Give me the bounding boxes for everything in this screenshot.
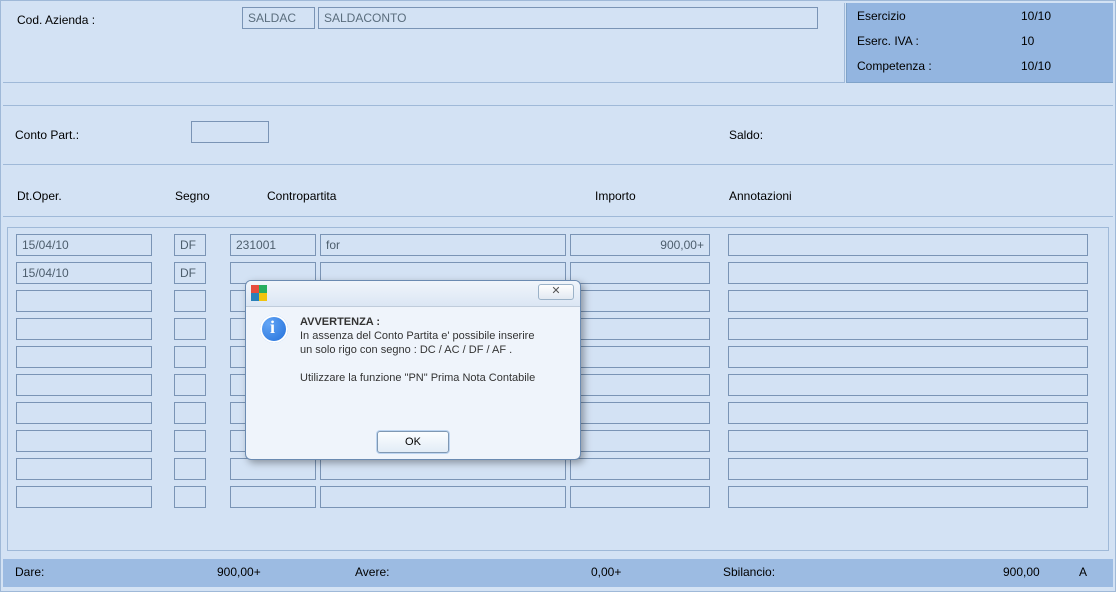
dialog-line3: Utilizzare la funzione "PN" Prima Nota C… (300, 372, 535, 384)
code-field[interactable]: SALDAC (242, 7, 315, 29)
esercizio-label: Esercizio (857, 9, 906, 23)
col-annotazioni: Annotazioni (729, 189, 792, 203)
cell-segno[interactable] (174, 290, 206, 312)
cell-date[interactable] (16, 290, 152, 312)
cell-segno[interactable] (174, 458, 206, 480)
col-importo: Importo (595, 189, 636, 203)
warning-dialog: ✕ AVVERTENZA : In assenza del Conto Part… (245, 280, 581, 460)
cell-date[interactable] (16, 346, 152, 368)
esercizio-value: 10/10 (1021, 9, 1051, 23)
cell-importo[interactable] (570, 262, 710, 284)
cell-importo[interactable] (570, 374, 710, 396)
eserc-iva-value: 10 (1021, 34, 1034, 48)
saldo-label: Saldo: (729, 128, 763, 142)
cell-date[interactable]: 15/04/10 (16, 262, 152, 284)
app-icon (251, 285, 267, 301)
conto-part-row: Conto Part.: Saldo: (3, 105, 1113, 165)
table-row (8, 458, 1108, 484)
cell-cp_code[interactable] (230, 458, 316, 480)
dare-value: 900,00+ (217, 565, 261, 579)
cell-note[interactable] (728, 290, 1088, 312)
dialog-footer: OK (246, 431, 580, 453)
cell-cp_desc[interactable] (320, 486, 566, 508)
col-dtoper: Dt.Oper. (17, 189, 62, 203)
cell-segno[interactable] (174, 346, 206, 368)
name-field[interactable]: SALDACONTO (318, 7, 818, 29)
cell-cp_desc[interactable] (320, 458, 566, 480)
app-window: Cod. Azienda : SALDAC SALDACONTO Eserciz… (0, 0, 1116, 592)
conto-part-label: Conto Part.: (15, 128, 79, 142)
cell-cp_code[interactable] (230, 486, 316, 508)
ok-button[interactable]: OK (377, 431, 449, 453)
cell-segno[interactable] (174, 318, 206, 340)
cell-note[interactable] (728, 318, 1088, 340)
cell-segno[interactable] (174, 374, 206, 396)
cell-importo[interactable]: 900,00+ (570, 234, 710, 256)
sbilancio-sign: A (1079, 565, 1087, 579)
cell-importo[interactable] (570, 402, 710, 424)
cell-importo[interactable] (570, 486, 710, 508)
sbilancio-label: Sbilancio: (723, 565, 775, 579)
cell-segno[interactable]: DF (174, 262, 206, 284)
avere-value: 0,00+ (591, 565, 621, 579)
close-icon: ✕ (551, 285, 560, 297)
cell-date[interactable] (16, 486, 152, 508)
dialog-close-button[interactable]: ✕ (538, 284, 574, 300)
cell-note[interactable] (728, 346, 1088, 368)
cod-azienda-label: Cod. Azienda : (17, 13, 95, 27)
dialog-text: AVVERTENZA : In assenza del Conto Partit… (300, 315, 570, 385)
cell-note[interactable] (728, 374, 1088, 396)
table-row: 15/04/10 DF 231001for900,00+ (8, 234, 1108, 260)
header-left: Cod. Azienda : SALDAC SALDACONTO (3, 3, 845, 83)
dialog-line1: In assenza del Conto Partita e' possibil… (300, 330, 534, 342)
cell-date[interactable] (16, 374, 152, 396)
eserc-iva-label: Eserc. IVA : (857, 34, 919, 48)
cell-note[interactable] (728, 402, 1088, 424)
conto-part-field[interactable] (191, 121, 269, 143)
info-icon (260, 315, 288, 343)
avere-label: Avere: (355, 565, 389, 579)
cell-importo[interactable] (570, 458, 710, 480)
col-contropartita: Contropartita (267, 189, 336, 203)
dialog-line2: un solo rigo con segno : DC / AC / DF / … (300, 344, 512, 356)
cell-note[interactable] (728, 486, 1088, 508)
cell-cp_desc[interactable]: for (320, 234, 566, 256)
cell-importo[interactable] (570, 290, 710, 312)
dare-label: Dare: (15, 565, 44, 579)
cell-segno[interactable]: DF (174, 234, 206, 256)
cell-date[interactable] (16, 458, 152, 480)
cell-date[interactable]: 15/04/10 (16, 234, 152, 256)
cell-segno[interactable] (174, 430, 206, 452)
dialog-heading: AVVERTENZA : (300, 316, 380, 328)
cell-note[interactable] (728, 262, 1088, 284)
cell-date[interactable] (16, 318, 152, 340)
grid-header-row: Dt.Oper. Segno Contropartita Importo Ann… (3, 173, 1113, 217)
cell-note[interactable] (728, 458, 1088, 480)
dialog-titlebar[interactable]: ✕ (246, 281, 580, 307)
cell-importo[interactable] (570, 346, 710, 368)
cell-importo[interactable] (570, 318, 710, 340)
cell-date[interactable] (16, 430, 152, 452)
dialog-body: AVVERTENZA : In assenza del Conto Partit… (256, 315, 570, 419)
cell-segno[interactable] (174, 402, 206, 424)
footer-bar: Dare: 900,00+ Avere: 0,00+ Sbilancio: 90… (3, 559, 1113, 587)
header-bar: Cod. Azienda : SALDAC SALDACONTO Eserciz… (3, 3, 1113, 83)
cell-segno[interactable] (174, 486, 206, 508)
table-row (8, 486, 1108, 512)
cell-note[interactable] (728, 234, 1088, 256)
cell-date[interactable] (16, 402, 152, 424)
competenza-label: Competenza : (857, 59, 932, 73)
sbilancio-value: 900,00 (1003, 565, 1040, 579)
cell-cp_code[interactable]: 231001 (230, 234, 316, 256)
competenza-value: 10/10 (1021, 59, 1051, 73)
col-segno: Segno (175, 189, 210, 203)
cell-note[interactable] (728, 430, 1088, 452)
cell-importo[interactable] (570, 430, 710, 452)
exercise-panel: Esercizio 10/10 Eserc. IVA : 10 Competen… (846, 3, 1113, 83)
